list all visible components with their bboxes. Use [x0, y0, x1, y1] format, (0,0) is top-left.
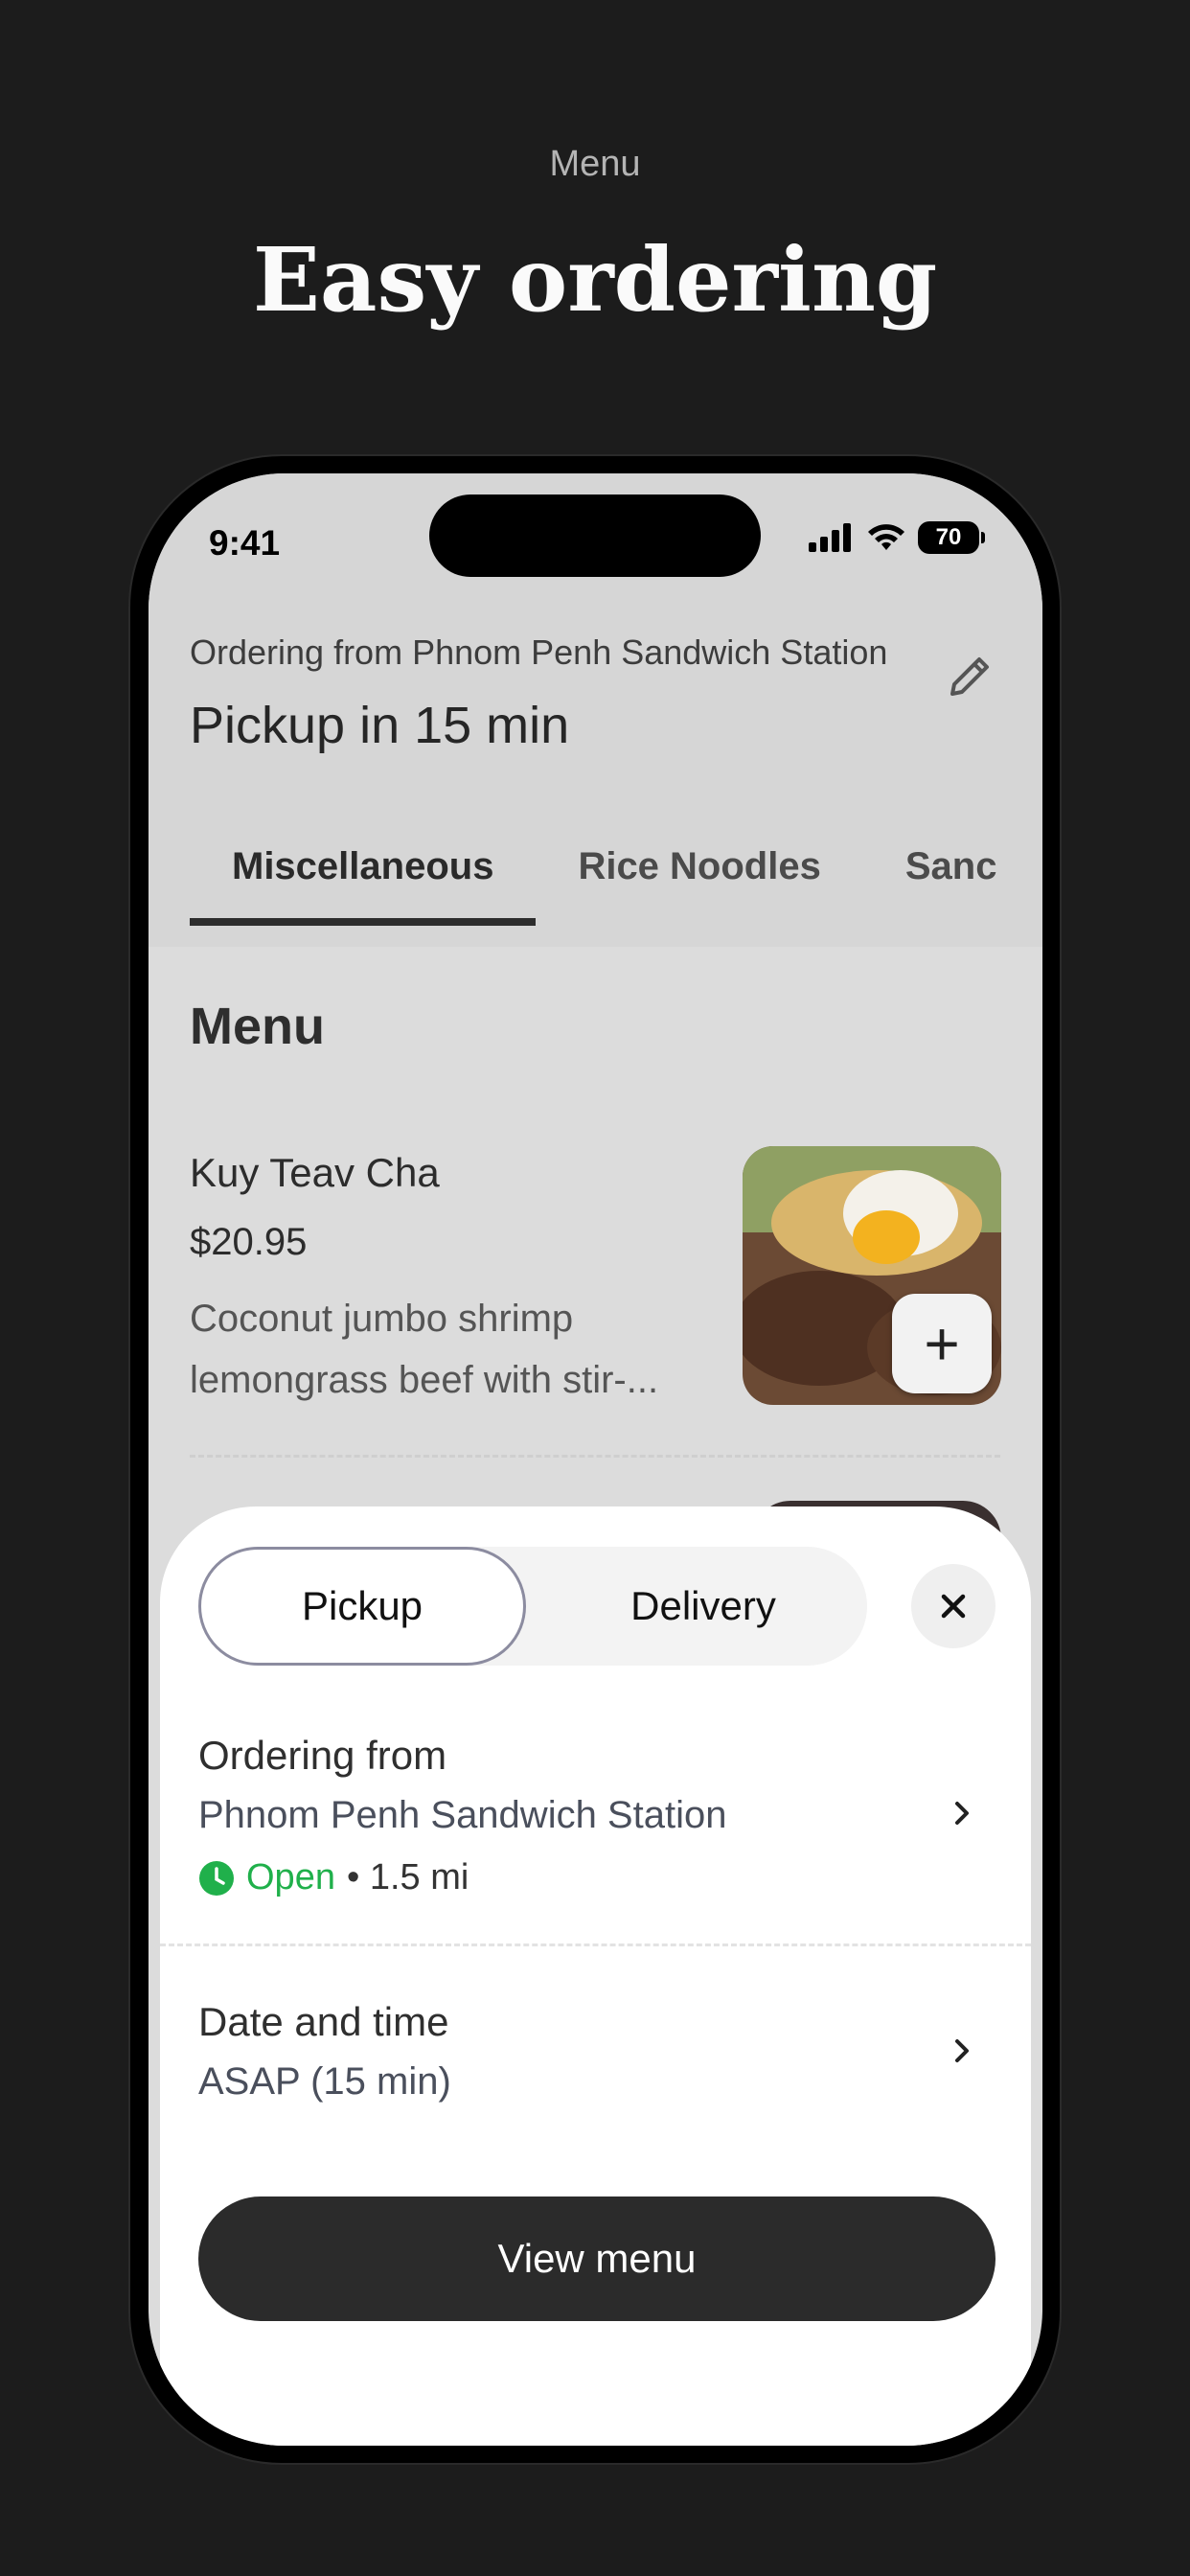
signal-icon: [809, 523, 851, 552]
date-time-label: Date and time: [198, 1999, 449, 2044]
tab-miscellaneous[interactable]: Miscellaneous: [190, 828, 537, 926]
item-divider: [190, 1455, 1000, 1458]
category-tabs: Miscellaneous Rice Noodles Sanc: [190, 828, 1039, 933]
store-name[interactable]: Phnom Penh Sandwich Station: [198, 1794, 726, 1837]
store-distance: • 1.5 mi: [346, 1857, 469, 1898]
add-item-button[interactable]: +: [892, 1294, 992, 1393]
store-chevron-right-icon[interactable]: [949, 1800, 975, 1827]
tab-rice-noodles[interactable]: Rice Noodles: [536, 828, 862, 926]
status-icons: 70: [807, 521, 985, 554]
pickup-segment[interactable]: Pickup: [198, 1547, 526, 1666]
ordering-from-subtitle: Ordering from Phnom Penh Sandwich Statio…: [190, 632, 888, 672]
pickup-time-title: Pickup in 15 min: [190, 697, 570, 754]
delivery-segment[interactable]: Delivery: [539, 1547, 867, 1666]
ordering-from-label: Ordering from: [198, 1733, 447, 1778]
open-status: Open: [246, 1857, 335, 1898]
date-time-value[interactable]: ASAP (15 min): [198, 2060, 451, 2104]
promo-title: Easy ordering: [252, 228, 938, 332]
clock-icon: [199, 1860, 234, 1896]
fulfillment-toggle: Pickup Delivery: [198, 1547, 867, 1666]
item-description-line-1: Coconut jumbo shrimp: [190, 1298, 574, 1340]
close-icon: [941, 1594, 966, 1619]
status-time: 9:41: [209, 523, 281, 563]
item-description: Coconut jumbo shrimp lemongrass beef wit…: [190, 1288, 707, 1411]
tab-sandwiches[interactable]: Sanc: [863, 828, 1040, 926]
item-image[interactable]: +: [743, 1146, 1001, 1405]
store-status: Open • 1.5 mi: [198, 1857, 469, 1898]
phone-screen: 9:41 70 Ordering from Phnom Penh Sandwic…: [149, 473, 1042, 2446]
promo-label: Menu: [549, 144, 641, 184]
sheet-divider: [160, 1944, 1031, 1946]
battery-icon: 70: [918, 521, 985, 554]
datetime-chevron-right-icon[interactable]: [949, 2037, 975, 2064]
menu-heading: Menu: [190, 998, 325, 1055]
item-description-line-2: lemongrass beef with stir-...: [190, 1359, 659, 1401]
view-menu-button[interactable]: View menu: [198, 2196, 995, 2321]
order-options-sheet: Pickup Delivery Ordering from Phnom Penh…: [160, 1506, 1031, 2446]
item-name[interactable]: Kuy Teav Cha: [190, 1150, 440, 1196]
dynamic-island: [429, 494, 761, 577]
wifi-icon: [868, 524, 904, 550]
close-sheet-button[interactable]: [911, 1564, 995, 1648]
item-price: $20.95: [190, 1221, 308, 1263]
edit-pencil-icon[interactable]: [941, 648, 998, 705]
